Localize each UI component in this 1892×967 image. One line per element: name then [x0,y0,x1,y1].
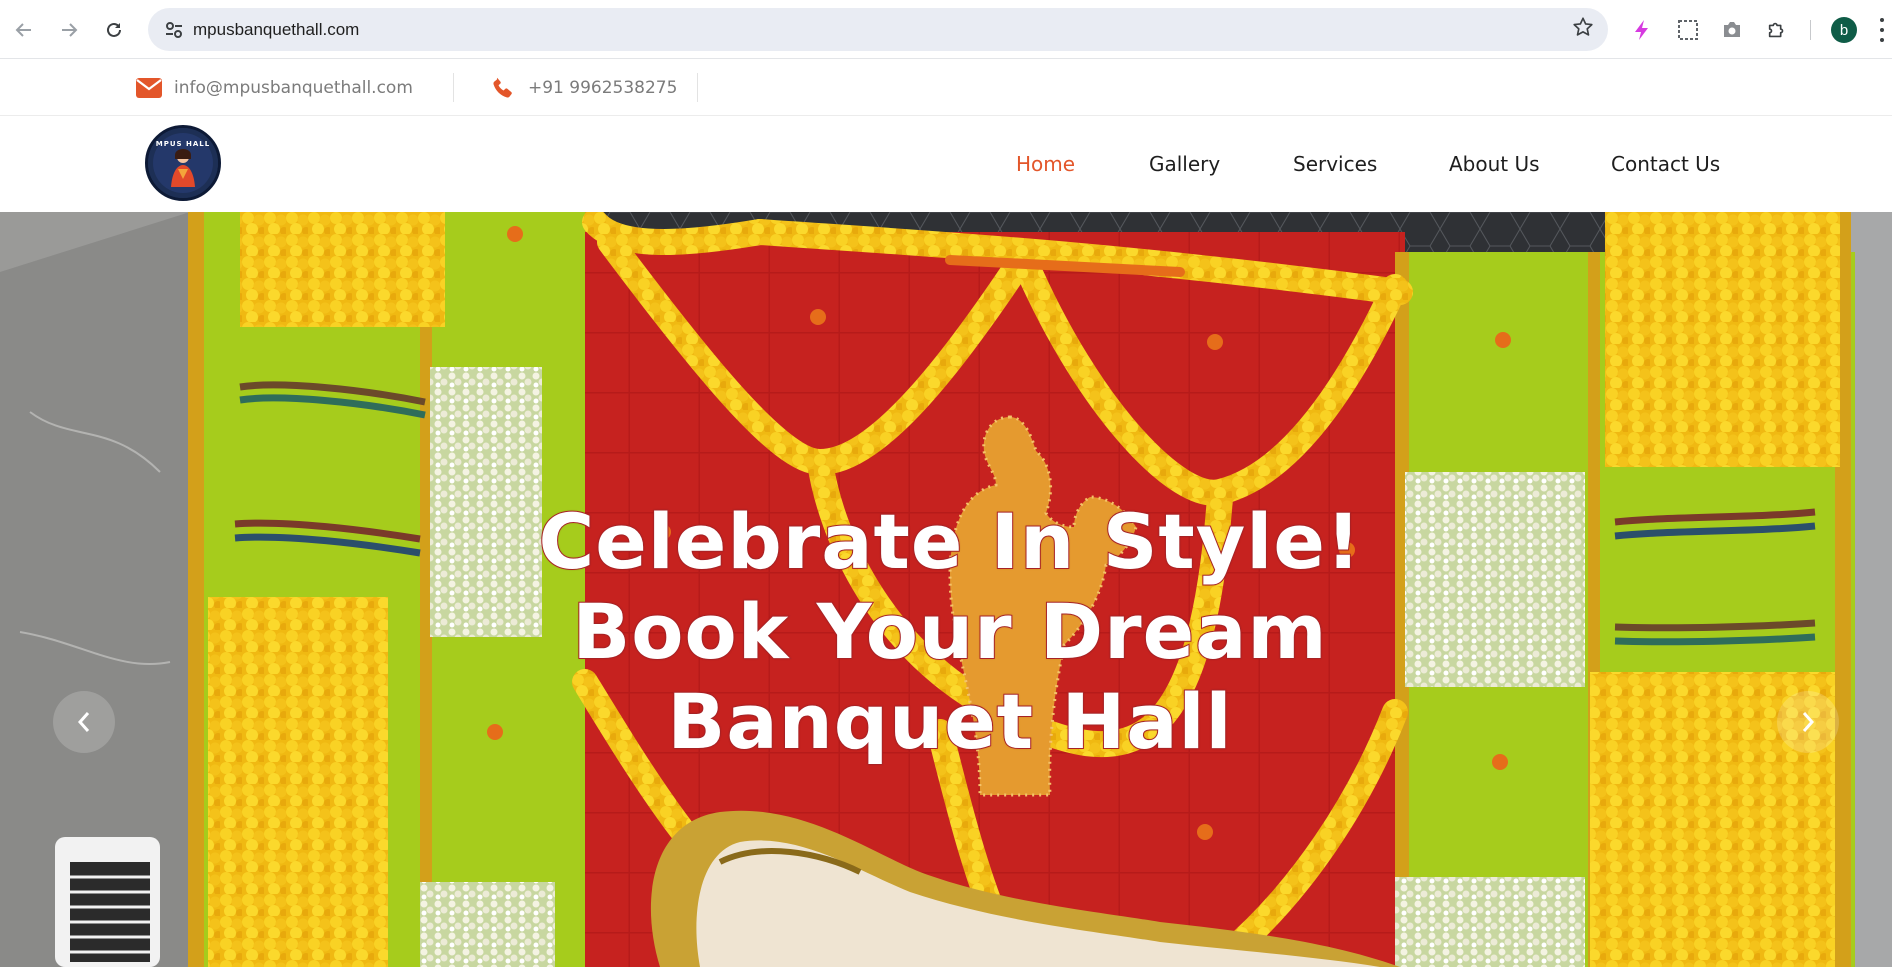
star-icon[interactable] [1572,16,1594,44]
email-text[interactable]: info@mpusbanquethall.com [174,78,413,98]
nav-about-us[interactable]: About Us [1449,116,1540,212]
puzzle-icon[interactable] [1763,16,1791,44]
nav-contact-us[interactable]: Contact Us [1611,116,1720,212]
chevron-left-icon [77,712,90,732]
browser-toolbar: mpusbanquethall.com b [0,0,1892,59]
phone-link[interactable]: +91 9962538275 [490,59,677,116]
contact-bar: info@mpusbanquethall.com +91 9962538275 [0,59,1892,116]
hero-heading-line: Book Your Dream [571,586,1328,677]
arrow-right-icon [62,23,78,37]
site-logo[interactable]: MPUS HALL [145,125,221,201]
nav-services[interactable]: Services [1293,116,1377,212]
phone-icon [493,77,512,98]
hero-heading: Celebrate In Style! Book Your Dream Banq… [520,496,1380,767]
envelope-icon [136,77,162,98]
lightning-icon[interactable] [1628,16,1656,44]
nav-gallery[interactable]: Gallery [1149,116,1220,212]
reload-button[interactable] [102,12,126,48]
camera-icon[interactable] [1718,16,1746,44]
carousel-next-button[interactable] [1777,691,1839,753]
screenshot-icon[interactable] [1674,16,1702,44]
arrow-left-icon [15,23,31,37]
hero-heading-line: Celebrate In Style! [537,496,1362,587]
chevron-right-icon [1802,712,1815,732]
reload-icon [107,22,121,37]
kebab-icon[interactable] [1880,18,1886,42]
site-header: MPUS HALL Home Gallery Services About Us… [0,116,1892,212]
hero-carousel: Celebrate In Style! Book Your Dream Banq… [0,212,1892,967]
profile-avatar[interactable]: b [1831,17,1857,43]
url-text[interactable]: mpusbanquethall.com [193,20,359,40]
forward-button[interactable] [57,12,81,48]
nav-home[interactable]: Home [1016,116,1075,212]
hero-heading-line: Banquet Hall [666,676,1233,767]
tune-icon[interactable] [162,18,186,42]
carousel-prev-button[interactable] [53,691,115,753]
email-link[interactable]: info@mpusbanquethall.com [136,59,413,116]
phone-text[interactable]: +91 9962538275 [528,78,677,98]
logo-text: MPUS HALL [155,140,211,148]
back-button[interactable] [12,12,36,48]
address-bar[interactable]: mpusbanquethall.com [148,8,1608,51]
toolbar-divider [1810,20,1811,40]
contact-divider [453,73,454,102]
contact-divider [697,73,698,102]
